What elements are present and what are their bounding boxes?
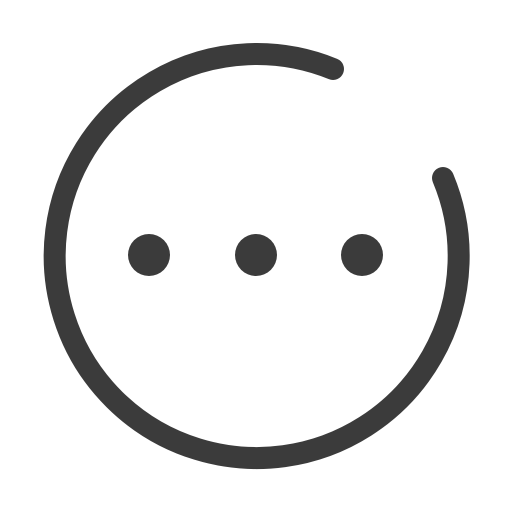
more-options-circle-icon[interactable] [0,0,512,512]
ellipsis-dot-left [128,234,170,276]
icon-canvas [0,0,512,512]
ellipsis-dot-center [235,234,277,276]
ellipsis-dot-right [341,234,383,276]
